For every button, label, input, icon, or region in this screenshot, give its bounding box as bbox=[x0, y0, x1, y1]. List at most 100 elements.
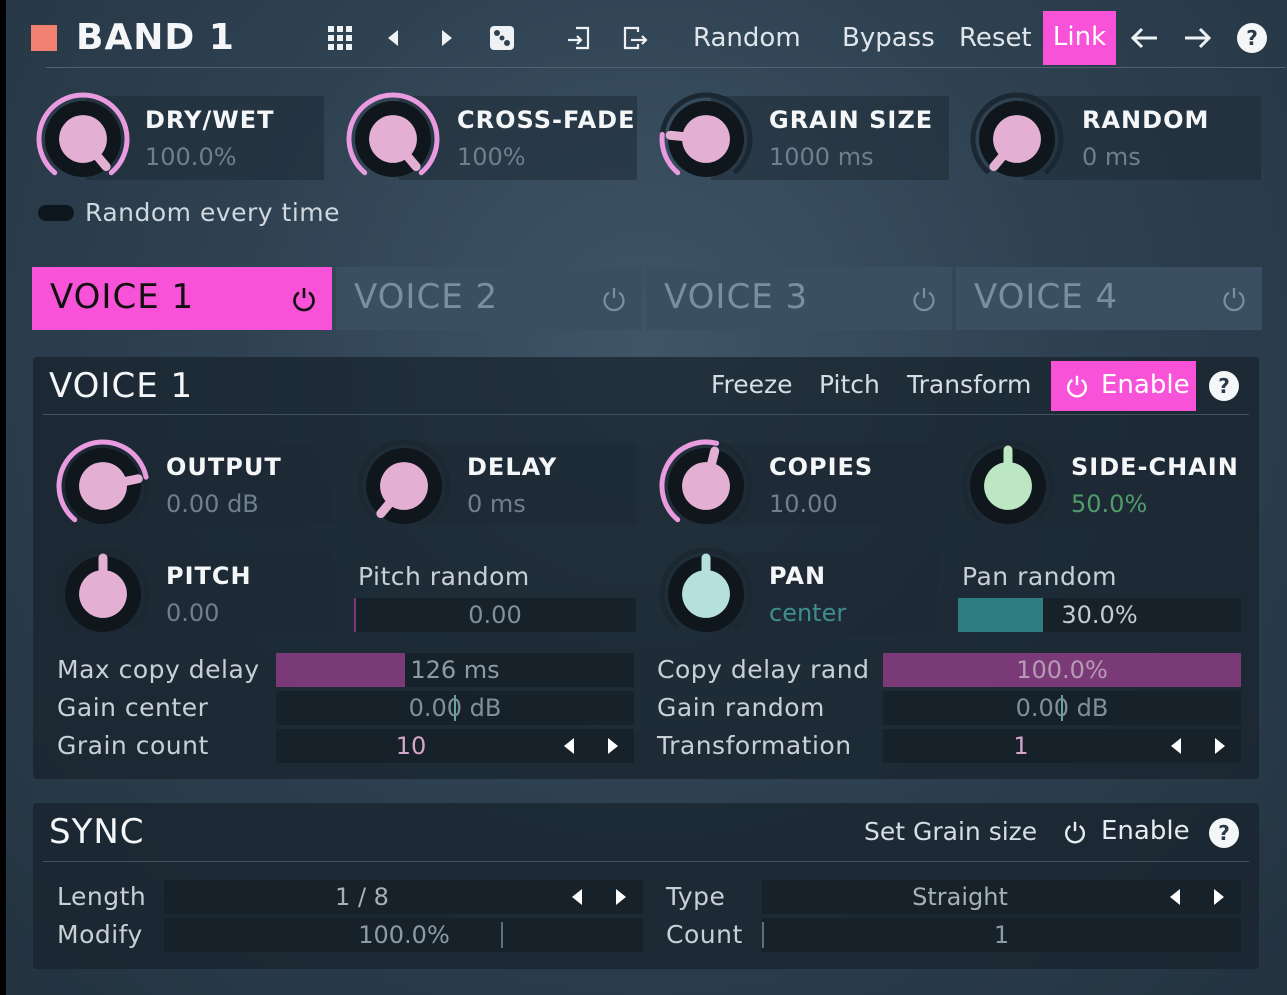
sidechain-value: 50.0% bbox=[1071, 490, 1148, 518]
tab-voice-3[interactable]: VOICE 3 bbox=[646, 267, 952, 330]
transformation-increment-icon[interactable] bbox=[1215, 738, 1225, 754]
gain-center-value: 0.00 dB bbox=[408, 694, 502, 722]
pan-label: PAN bbox=[769, 562, 827, 590]
copies-knob[interactable] bbox=[657, 437, 755, 535]
sync-divider bbox=[43, 861, 1249, 862]
type-decrement-icon[interactable] bbox=[1170, 889, 1180, 905]
freeze-link[interactable]: Freeze bbox=[711, 370, 793, 399]
sync-help-icon[interactable]: ? bbox=[1209, 818, 1239, 848]
dice-icon[interactable] bbox=[486, 22, 518, 54]
grainsize-knob[interactable] bbox=[657, 90, 755, 188]
tab-voice-4-label: VOICE 4 bbox=[974, 277, 1119, 317]
previous-preset-icon[interactable] bbox=[377, 22, 409, 54]
tab-voice-3-label: VOICE 3 bbox=[664, 277, 809, 317]
pan-random-slider[interactable]: 30.0% bbox=[958, 598, 1241, 632]
pan-value: center bbox=[769, 599, 847, 627]
delay-label: DELAY bbox=[467, 453, 558, 481]
output-knob[interactable] bbox=[54, 437, 152, 535]
next-preset-icon[interactable] bbox=[431, 22, 463, 54]
reset-button[interactable]: Reset bbox=[959, 20, 1032, 56]
undo-arrow-icon[interactable] bbox=[1128, 22, 1160, 54]
max-copy-delay-slider[interactable]: 126 ms bbox=[276, 653, 634, 687]
length-value: 1 / 8 bbox=[335, 883, 389, 911]
transformation-value: 1 bbox=[1013, 732, 1029, 760]
drywet-knob[interactable] bbox=[34, 90, 132, 188]
grain-count-selector[interactable]: 10 bbox=[276, 729, 634, 763]
gain-center-slider[interactable]: 0.00 dB bbox=[276, 691, 634, 725]
crossfade-value: 100% bbox=[457, 143, 526, 171]
tab-voice-4[interactable]: VOICE 4 bbox=[956, 267, 1262, 330]
copy-delay-rand-value: 100.0% bbox=[1016, 656, 1108, 684]
sync-enable-button[interactable]: Enable bbox=[1059, 807, 1199, 857]
crossfade-knob[interactable] bbox=[344, 90, 442, 188]
transformation-decrement-icon[interactable] bbox=[1171, 738, 1181, 754]
bypass-button[interactable]: Bypass bbox=[842, 20, 935, 56]
pan-random-value: 30.0% bbox=[1061, 601, 1138, 629]
output-label: OUTPUT bbox=[166, 453, 282, 481]
grainsize-label: GRAIN SIZE bbox=[769, 106, 934, 134]
pan-knob[interactable] bbox=[657, 545, 755, 643]
pitch-link[interactable]: Pitch bbox=[819, 370, 880, 399]
grain-count-value: 10 bbox=[395, 732, 427, 760]
pitch-label: PITCH bbox=[166, 562, 252, 590]
drywet-label: DRY/WET bbox=[145, 106, 275, 134]
tab-voice-1[interactable]: VOICE 1 bbox=[32, 267, 332, 330]
modify-slider[interactable]: 100.0% bbox=[164, 918, 643, 952]
power-icon[interactable] bbox=[600, 285, 628, 313]
grain-count-decrement-icon[interactable] bbox=[564, 738, 574, 754]
sidechain-knob[interactable] bbox=[959, 437, 1057, 535]
grain-count-increment-icon[interactable] bbox=[608, 738, 618, 754]
plugin-window: BAND 1 Random Bypass Reset Link ? DRY/WE… bbox=[6, 0, 1287, 995]
link-button[interactable]: Link bbox=[1043, 11, 1116, 65]
delay-knob[interactable] bbox=[355, 437, 453, 535]
voice-divider bbox=[43, 414, 1249, 415]
help-icon[interactable]: ? bbox=[1237, 23, 1267, 53]
copy-delay-rand-slider[interactable]: 100.0% bbox=[883, 653, 1241, 687]
band-color-swatch[interactable] bbox=[31, 25, 57, 51]
type-label: Type bbox=[666, 882, 726, 911]
pitch-knob[interactable] bbox=[54, 545, 152, 643]
type-selector[interactable]: Straight bbox=[762, 880, 1241, 914]
copies-value: 10.00 bbox=[769, 490, 838, 518]
tab-voice-2[interactable]: VOICE 2 bbox=[336, 267, 642, 330]
sidechain-label: SIDE-CHAIN bbox=[1071, 453, 1239, 481]
random-button[interactable]: Random bbox=[693, 20, 801, 56]
power-icon[interactable] bbox=[290, 285, 318, 313]
gain-center-label: Gain center bbox=[57, 693, 209, 722]
length-selector[interactable]: 1 / 8 bbox=[164, 880, 643, 914]
pan-random-label: Pan random bbox=[962, 562, 1118, 591]
copies-label: COPIES bbox=[769, 453, 874, 481]
modify-label: Modify bbox=[57, 920, 143, 949]
pitch-random-value: 0.00 bbox=[468, 601, 522, 629]
power-icon[interactable] bbox=[1220, 285, 1248, 313]
max-copy-delay-label: Max copy delay bbox=[57, 655, 260, 684]
transform-link[interactable]: Transform bbox=[907, 370, 1031, 399]
gain-random-slider[interactable]: 0.00 dB bbox=[883, 691, 1241, 725]
output-value: 0.00 dB bbox=[166, 490, 259, 518]
type-increment-icon[interactable] bbox=[1214, 889, 1224, 905]
grid-menu-icon[interactable] bbox=[324, 22, 356, 54]
length-increment-icon[interactable] bbox=[616, 889, 626, 905]
set-grain-size-link[interactable]: Set Grain size bbox=[864, 817, 1037, 846]
max-copy-delay-value: 126 ms bbox=[410, 656, 500, 684]
random-every-time-toggle[interactable] bbox=[38, 205, 74, 221]
import-icon[interactable] bbox=[564, 22, 596, 54]
redo-arrow-icon[interactable] bbox=[1182, 22, 1214, 54]
delay-value: 0 ms bbox=[467, 490, 526, 518]
count-slider[interactable]: 1 bbox=[762, 918, 1241, 952]
power-icon[interactable] bbox=[910, 285, 938, 313]
power-icon bbox=[1066, 375, 1088, 398]
count-label: Count bbox=[666, 920, 743, 949]
pitch-value: 0.00 bbox=[166, 599, 220, 627]
gain-random-label: Gain random bbox=[657, 693, 825, 722]
length-decrement-icon[interactable] bbox=[572, 889, 582, 905]
transformation-selector[interactable]: 1 bbox=[883, 729, 1241, 763]
gain-random-value: 0.00 dB bbox=[1015, 694, 1109, 722]
export-icon[interactable] bbox=[618, 22, 650, 54]
pitch-random-slider[interactable]: 0.00 bbox=[354, 598, 636, 632]
count-value: 1 bbox=[993, 921, 1010, 949]
voice-section-title: VOICE 1 bbox=[49, 366, 194, 406]
voice-enable-button[interactable]: Enable bbox=[1051, 361, 1196, 411]
random-knob[interactable] bbox=[968, 90, 1066, 188]
voice-help-icon[interactable]: ? bbox=[1209, 371, 1239, 401]
